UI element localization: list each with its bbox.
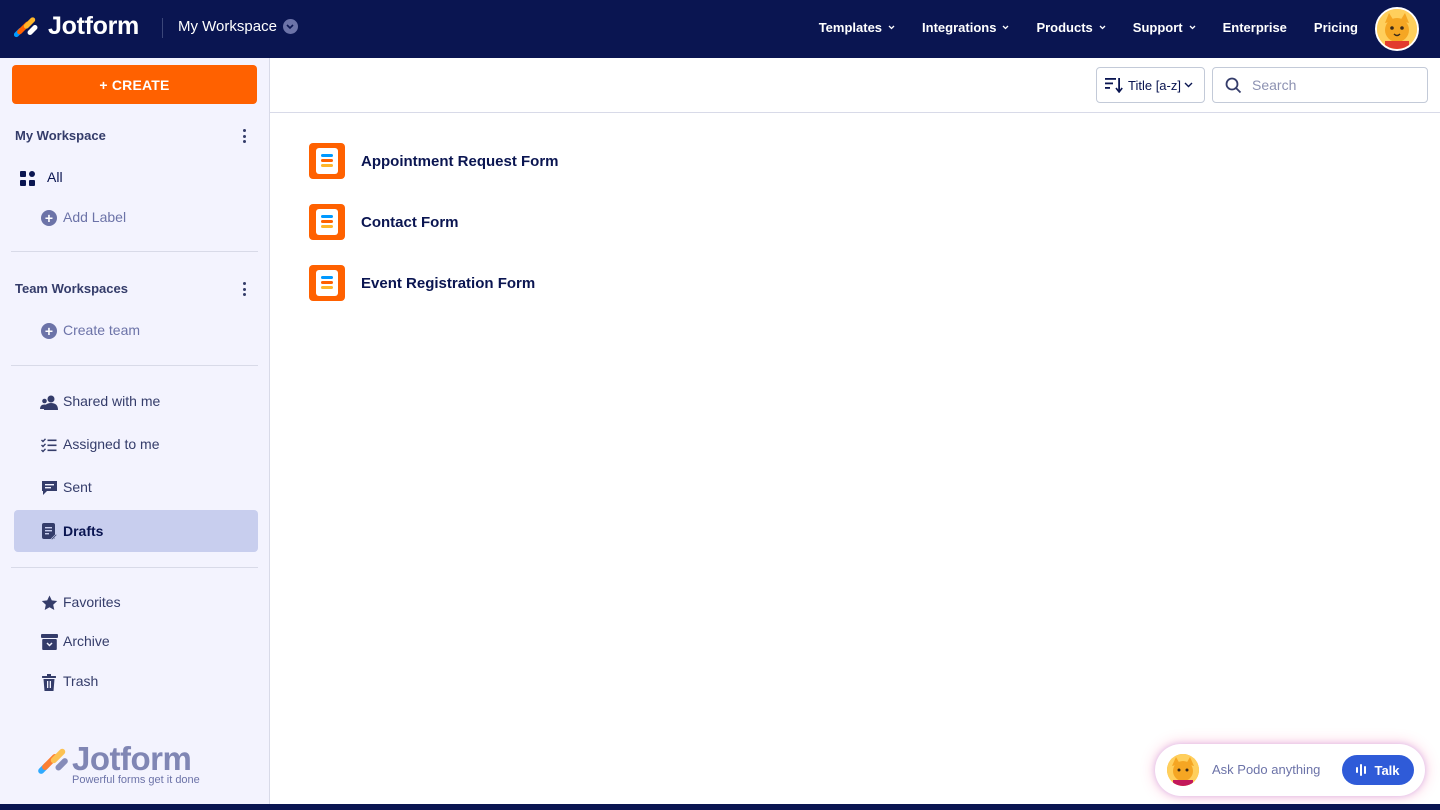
add-label-button[interactable]: + Add Label xyxy=(14,200,258,234)
footer-logo-wordmark: Jotform xyxy=(72,740,192,777)
voice-wave-icon xyxy=(1356,764,1367,776)
content-toolbar: Title [a-z] xyxy=(270,58,1440,113)
create-team-label: Create team xyxy=(63,322,141,338)
sidebar-divider xyxy=(11,567,258,568)
sidebar-item-favorites[interactable]: Favorites xyxy=(14,585,258,619)
podo-cat-avatar-icon xyxy=(1377,9,1417,49)
workspace-switcher[interactable]: My Workspace xyxy=(178,18,298,35)
sidebar-item-archive-label: Archive xyxy=(63,633,110,649)
sidebar-item-all[interactable]: All xyxy=(14,160,258,194)
talk-button[interactable]: Talk xyxy=(1342,755,1414,785)
logo-wordmark: Jotform xyxy=(48,12,139,40)
sidebar: + CREATE My Workspace All + Add Label Te… xyxy=(0,58,270,804)
add-label-label: Add Label xyxy=(63,209,127,225)
footer-logo-tagline: Powerful forms get it done xyxy=(72,774,200,786)
user-avatar[interactable] xyxy=(1375,7,1419,51)
sidebar-item-trash-label: Trash xyxy=(63,673,99,689)
sort-label: Title [a-z] xyxy=(1128,77,1181,93)
form-list-item[interactable]: Contact Form xyxy=(309,204,459,240)
podo-avatar-icon xyxy=(1167,754,1199,786)
nav-templates-label: Templates xyxy=(818,20,883,35)
nav-products-label: Products xyxy=(1036,20,1093,35)
my-workspace-title: My Workspace xyxy=(15,128,106,143)
plus-circle-icon: + xyxy=(40,209,58,227)
team-workspaces-more-icon[interactable] xyxy=(241,282,247,296)
sidebar-item-assigned-to-me[interactable]: Assigned to me xyxy=(14,427,258,461)
jotform-logo-icon xyxy=(14,16,38,37)
grid-icon xyxy=(18,169,36,187)
nav-enterprise-label: Enterprise xyxy=(1222,20,1287,35)
assistant-prompt[interactable]: Ask Podo anything xyxy=(1212,762,1320,777)
sidebar-item-drafts-label: Drafts xyxy=(63,523,104,539)
chevron-down-icon xyxy=(1184,82,1193,88)
nav-templates[interactable]: Templates xyxy=(819,20,895,35)
jotform-logo-icon xyxy=(38,748,68,774)
my-workspace-more-icon[interactable] xyxy=(241,129,247,143)
sidebar-divider xyxy=(11,365,258,366)
chevron-down-icon xyxy=(888,25,895,30)
footer-jotform-logo: Jotform Powerful forms get it done xyxy=(38,740,200,786)
sort-icon xyxy=(1105,78,1123,93)
search-icon xyxy=(1225,77,1242,93)
archive-icon xyxy=(40,633,58,651)
chevron-down-icon xyxy=(1189,25,1196,30)
form-title[interactable]: Event Registration Form xyxy=(361,275,535,292)
nav-support[interactable]: Support xyxy=(1133,20,1196,35)
form-title[interactable]: Appointment Request Form xyxy=(361,153,559,170)
nav-divider xyxy=(162,18,163,38)
sort-dropdown[interactable]: Title [a-z] xyxy=(1096,67,1205,103)
search-field[interactable] xyxy=(1212,67,1428,103)
nav-support-label: Support xyxy=(1132,20,1183,35)
workspace-switcher-label: My Workspace xyxy=(178,18,277,35)
create-button[interactable]: + CREATE xyxy=(12,65,257,104)
checklist-icon xyxy=(40,436,58,454)
trash-icon xyxy=(40,673,58,691)
sidebar-item-sent[interactable]: Sent xyxy=(14,470,258,504)
sidebar-item-shared-with-me[interactable]: Shared with me xyxy=(14,384,258,418)
search-input[interactable] xyxy=(1252,77,1412,93)
sidebar-divider xyxy=(11,251,258,252)
bottom-edge-bar xyxy=(0,804,1440,810)
top-navigation-bar: Jotform My Workspace Templates Integrati… xyxy=(0,0,1440,58)
nav-pricing-label: Pricing xyxy=(1313,20,1358,35)
form-title[interactable]: Contact Form xyxy=(361,214,459,231)
chevron-down-icon xyxy=(282,19,298,34)
main-nav: Templates Integrations Products Support … xyxy=(792,20,1358,35)
team-workspaces-title: Team Workspaces xyxy=(15,281,128,296)
form-icon xyxy=(309,265,345,301)
form-icon xyxy=(309,143,345,179)
sidebar-item-shared-label: Shared with me xyxy=(63,393,161,409)
sidebar-item-assigned-label: Assigned to me xyxy=(63,436,160,452)
sidebar-item-archive[interactable]: Archive xyxy=(14,624,258,658)
sidebar-item-trash[interactable]: Trash xyxy=(14,664,258,698)
sidebar-item-favorites-label: Favorites xyxy=(63,594,121,610)
form-icon xyxy=(309,204,345,240)
plus-circle-icon: + xyxy=(40,322,58,340)
sidebar-item-sent-label: Sent xyxy=(63,479,92,495)
ai-assistant-bar[interactable]: Ask Podo anything Talk xyxy=(1155,744,1425,796)
nav-enterprise[interactable]: Enterprise xyxy=(1223,20,1287,35)
sidebar-item-drafts[interactable]: Drafts xyxy=(14,510,258,552)
jotform-logo[interactable]: Jotform xyxy=(14,12,139,41)
draft-icon xyxy=(40,522,58,540)
form-list-item[interactable]: Event Registration Form xyxy=(309,265,535,301)
nav-pricing[interactable]: Pricing xyxy=(1314,20,1358,35)
star-icon xyxy=(40,594,58,612)
nav-products[interactable]: Products xyxy=(1036,20,1106,35)
chevron-down-icon xyxy=(1002,25,1009,30)
chevron-down-icon xyxy=(1099,25,1106,30)
talk-label: Talk xyxy=(1374,762,1400,778)
nav-integrations[interactable]: Integrations xyxy=(922,20,1009,35)
create-team-button[interactable]: + Create team xyxy=(14,313,258,347)
sidebar-item-all-label: All xyxy=(47,169,63,185)
users-icon xyxy=(40,393,58,411)
form-list-item[interactable]: Appointment Request Form xyxy=(309,143,559,179)
nav-integrations-label: Integrations xyxy=(922,20,997,35)
message-icon xyxy=(40,479,58,497)
